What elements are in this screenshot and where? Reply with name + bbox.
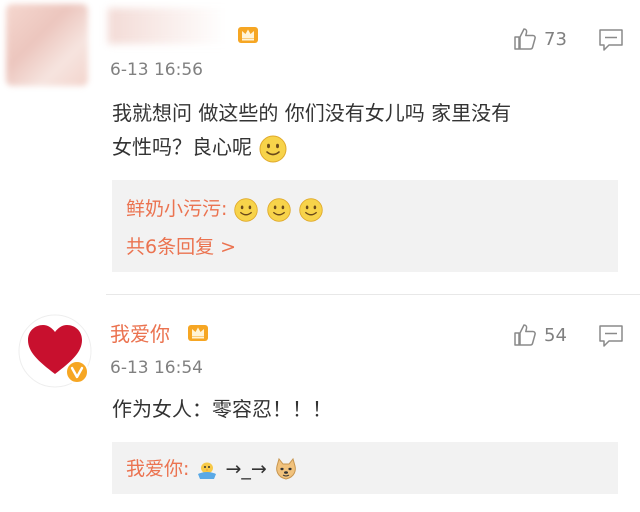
arrow-text: → xyxy=(225,458,242,480)
view-all-replies-link[interactable]: 共6条回复 > xyxy=(126,232,236,259)
arrow-text: → xyxy=(250,458,267,480)
username[interactable] xyxy=(108,8,238,44)
smile-emoji-icon xyxy=(298,197,323,222)
comment-text: 我就想问 做这些的 你们没有女儿吗 家里没有 女性吗？良心呢 xyxy=(112,96,511,164)
comment-icon[interactable] xyxy=(598,324,624,348)
comment-time: 6-13 16:56 xyxy=(110,60,203,80)
avatar[interactable] xyxy=(6,4,88,86)
reply-preview-box[interactable]: 鲜奶小污污: 共6条回复 > xyxy=(112,180,618,272)
like-button[interactable]: 54 xyxy=(512,322,567,348)
comment-text-line: 女性吗？良心呢 xyxy=(112,130,511,164)
verified-badge-icon xyxy=(65,360,89,384)
like-count: 73 xyxy=(544,28,567,50)
reply-username[interactable]: 我爱你: xyxy=(126,458,189,480)
reply-username[interactable]: 鲜奶小污污: xyxy=(126,198,227,220)
reply-preview-line: 鲜奶小污污: xyxy=(126,194,324,223)
comment-text: 作为女人：零容忍！！！ xyxy=(112,397,332,421)
like-count: 54 xyxy=(544,324,567,346)
thumbs-up-icon xyxy=(514,324,536,346)
comment-icon[interactable] xyxy=(598,28,624,52)
smile-emoji-icon xyxy=(266,197,291,222)
crown-icon xyxy=(188,325,208,341)
comment-card: 我爱你 6-13 16:54 54 作为女人：零容忍！！！ 我爱你: →_→ xyxy=(0,296,640,512)
reply-preview-box[interactable]: 我爱你: →_→ xyxy=(112,442,618,494)
username[interactable]: 我爱你 xyxy=(110,318,170,347)
like-button[interactable]: 73 xyxy=(512,26,567,52)
comment-text-line: 我就想问 做这些的 你们没有女儿吗 家里没有 xyxy=(112,101,512,125)
smile-emoji-icon xyxy=(259,135,287,162)
comment-card: 6-13 16:56 73 我就想问 做这些的 你们没有女儿吗 家里没有 女性吗… xyxy=(0,0,640,290)
comment-text-line-2: 女性吗？良心呢 xyxy=(112,135,252,159)
reply-preview-line: 我爱你: →_→ xyxy=(126,454,299,483)
thumbs-up-icon xyxy=(514,28,536,50)
underscore-text: _ xyxy=(241,458,251,480)
crown-icon xyxy=(238,27,258,43)
comment-time: 6-13 16:54 xyxy=(110,358,203,378)
smile-emoji-icon xyxy=(234,197,259,222)
doge-emoji-icon xyxy=(276,457,296,480)
chick-emoji-icon xyxy=(198,462,217,479)
divider xyxy=(106,294,640,295)
